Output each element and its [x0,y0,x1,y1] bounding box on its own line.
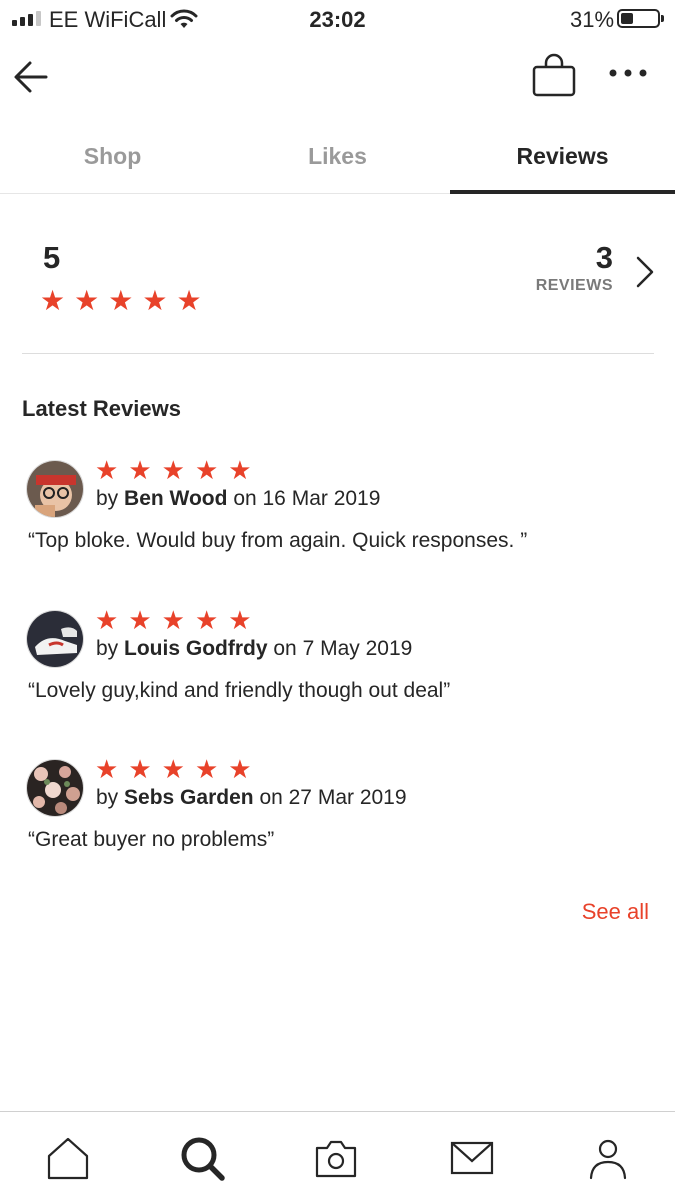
tab-shop[interactable]: Shop [0,128,225,193]
star-icon: ★ [142,285,168,316]
star-icon: ★ [128,455,152,485]
bottom-nav [0,1111,675,1200]
tab-likes[interactable]: Likes [225,128,450,193]
star-icon: ★ [176,285,202,316]
review-text: “Lovely guy,kind and friendly though out… [28,679,451,702]
review-text: “Great buyer no problems” [28,828,275,851]
mail-icon[interactable] [448,1134,496,1182]
review-by: by [96,487,119,510]
review-meta: by Ben Wood on 16 Mar 2019 [96,487,380,511]
star-icon: ★ [128,605,152,635]
review-date: on 7 May 2019 [273,637,413,660]
tab-bar: Shop Likes Reviews [0,128,675,194]
chevron-right-icon[interactable] [634,255,656,289]
avatar[interactable] [26,460,84,518]
avatar[interactable] [26,759,84,817]
tab-reviews[interactable]: Reviews [450,128,675,194]
review-date: on 27 Mar 2019 [259,786,407,809]
review-count[interactable]: 3 REVIEWS [536,240,613,295]
review-by: by [96,786,119,809]
review-item: ★ ★ ★ ★ ★ by Sebs Garden on 27 Mar 2019 “Gre… [26,756,666,869]
section-title: Latest Reviews [22,396,181,421]
see-all-link[interactable]: See all [582,899,649,925]
star-icon: ★ [161,754,185,784]
star-icon: ★ [194,754,219,784]
battery-icon [617,9,664,28]
rating-stars: ★ ★ ★ ★ ★ [40,287,202,315]
avatar[interactable] [26,610,84,668]
review-item: ★ ★ ★ ★ ★ by Louis Godfrdy on 7 May 2019 “Lo… [26,607,666,720]
star-icon: ★ [40,285,66,316]
star-icon: ★ [194,605,219,635]
star-icon: ★ [95,605,119,635]
more-dots-icon[interactable] [606,63,650,83]
star-icon: ★ [228,754,252,784]
review-meta: by Louis Godfrdy on 7 May 2019 [96,637,412,661]
star-icon: ★ [161,605,185,635]
status-bar: EE WiFiCall 23:02 31% [0,0,675,40]
star-icon: ★ [95,455,119,485]
star-icon: ★ [228,455,252,485]
reviewer-name[interactable]: Ben Wood [124,487,227,510]
search-icon[interactable] [178,1134,226,1182]
star-icon: ★ [194,455,219,485]
review-count-label: REVIEWS [535,277,613,294]
reviewer-name[interactable]: Louis Godfrdy [124,637,268,660]
review-by: by [96,637,119,660]
review-date: on 16 Mar 2019 [233,487,381,510]
star-icon: ★ [161,455,185,485]
back-arrow-icon[interactable] [12,57,52,97]
shopping-bag-icon[interactable] [530,52,578,100]
profile-icon[interactable] [584,1134,632,1182]
review-count-value: 3 [595,240,613,275]
rating-score: 5 [43,240,61,275]
review-stars: ★ ★ ★ ★ ★ [95,756,252,782]
battery-percentage: 31% [570,7,615,32]
camera-icon[interactable] [312,1134,360,1182]
star-icon: ★ [74,285,100,316]
review-stars: ★ ★ ★ ★ ★ [95,607,252,633]
divider [22,353,654,354]
home-icon[interactable] [44,1134,92,1182]
reviewer-name[interactable]: Sebs Garden [124,786,254,809]
star-icon: ★ [228,605,252,635]
star-icon: ★ [128,754,152,784]
review-stars: ★ ★ ★ ★ ★ [95,457,252,483]
star-icon: ★ [95,754,119,784]
star-icon: ★ [108,285,134,316]
review-item: ★ ★ ★ ★ ★ by Ben Wood on 16 Mar 2019 “Top bl… [26,457,666,570]
review-meta: by Sebs Garden on 27 Mar 2019 [96,786,407,810]
review-text: “Top bloke. Would buy from again. Quick … [28,529,528,552]
